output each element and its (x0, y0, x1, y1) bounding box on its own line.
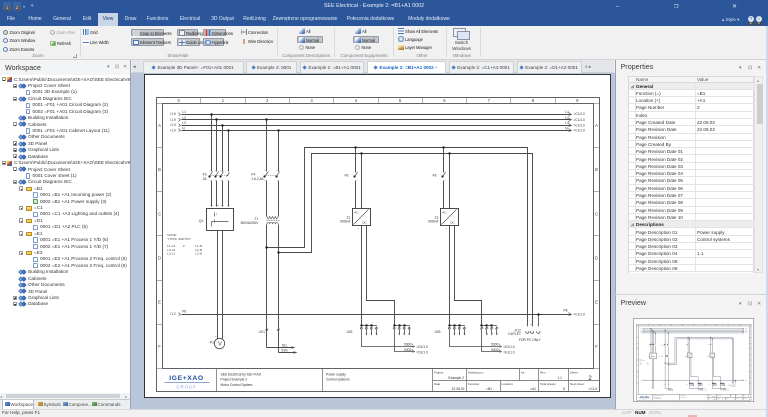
svg-text:L1: L1 (182, 110, 186, 114)
svg-text:Drawing no.:: Drawing no.: (468, 370, 484, 374)
svg-text:B: B (595, 167, 598, 172)
svg-text:E: E (158, 300, 161, 305)
svg-text:.: . (535, 376, 536, 380)
svg-text:Function:: Function: (468, 382, 480, 386)
svg-text:=B1: =B1 (486, 387, 492, 391)
svg-text:C: C (158, 211, 161, 216)
svg-text:500mA: 500mA (428, 220, 439, 224)
svg-text:/1.9: /1.9 (170, 128, 176, 132)
svg-text:Example 2: Example 2 (448, 376, 464, 380)
svg-text:Total sheets:: Total sheets: (540, 382, 556, 386)
svg-text:5302>: 5302> (491, 348, 500, 352)
svg-text:500mA: 500mA (340, 220, 351, 224)
svg-text:OUTLET: OUTLET (508, 332, 521, 336)
svg-text:Location:: Location: (502, 382, 514, 386)
svg-text:F: F (158, 344, 161, 349)
svg-text:-: - (364, 227, 365, 230)
svg-text:=C1/1.0: =C1/1.0 (573, 312, 585, 316)
svg-text:GROUP: GROUP (176, 384, 196, 389)
svg-text:=C1/1.0: =C1/1.0 (573, 128, 585, 132)
svg-text:-Q1: -Q1 (198, 219, 204, 223)
svg-text:=A1: =A1 (530, 387, 536, 391)
svg-text:Date:: Date: (434, 382, 441, 386)
svg-text:=C1/1: =C1/1 (589, 387, 598, 391)
svg-text:5302>: 5302> (404, 348, 413, 352)
svg-text:Project:: Project: (434, 370, 444, 374)
svg-text:-F6: -F6 (344, 174, 349, 178)
svg-text:L2: L2 (182, 116, 186, 120)
svg-text:B: B (158, 167, 161, 172)
svg-text:Next sheet:: Next sheet: (570, 382, 585, 386)
svg-text:.: . (326, 383, 327, 387)
svg-text:SEE Electrical by IGE+XAO: SEE Electrical by IGE+XAO (221, 372, 262, 376)
svg-text:1.1: 1.1 (557, 376, 562, 380)
svg-text:L2: L2 (565, 116, 569, 120)
svg-text:=C1/1.0: =C1/1.0 (573, 112, 585, 116)
svg-text:L3: L3 (182, 121, 186, 125)
svg-text:51L: 51L (282, 343, 288, 347)
svg-text:=D1/1.0: =D1/1.0 (416, 351, 428, 355)
svg-text:Rev.:: Rev.: (540, 370, 547, 374)
svg-text:F: F (595, 344, 598, 349)
svg-text:-F4: -F4 (250, 172, 255, 176)
svg-text:-F8: -F8 (432, 174, 437, 178)
svg-text:PE: PE (182, 309, 186, 313)
svg-text:=C1/1.0: =C1/1.0 (573, 118, 585, 122)
svg-text:FOR PC ONLY: FOR PC ONLY (519, 338, 542, 342)
svg-text:L3-N: L3-N (195, 252, 202, 256)
svg-text:D: D (595, 256, 598, 261)
svg-text:/1.2: /1.2 (170, 312, 176, 316)
svg-text:PE: PE (564, 309, 568, 313)
svg-text:-F3: -F3 (202, 172, 207, 176)
svg-text:IGE+XAO: IGE+XAO (169, 375, 204, 382)
svg-text:5300>: 5300> (491, 343, 500, 347)
svg-text:-X02: -X02 (346, 330, 353, 334)
svg-text:.: . (516, 376, 517, 380)
svg-text:-X01: -X01 (258, 330, 265, 334)
svg-text:-P1: -P1 (209, 340, 214, 344)
svg-text:/1.9: /1.9 (170, 112, 176, 116)
svg-text:1,6-2,5A: 1,6-2,5A (251, 177, 264, 181)
svg-text:Project Example 2: Project Example 2 (221, 378, 248, 382)
svg-text:Int.:: Int.: (521, 370, 526, 374)
svg-text:/1.9: /1.9 (170, 123, 176, 127)
svg-text:22.08.02: 22.08.02 (452, 387, 465, 391)
svg-text:Motor Control System: Motor Control System (221, 383, 253, 387)
svg-text:5300>: 5300> (404, 343, 413, 347)
svg-text:Power supply: Power supply (326, 372, 346, 376)
svg-text:V: V (218, 341, 222, 347)
svg-text:Control systems: Control systems (326, 378, 350, 382)
svg-text:A: A (595, 123, 598, 128)
svg-text:=E1/1.0: =E1/1.0 (503, 345, 514, 349)
svg-text:=C1/1.0: =C1/1.0 (573, 123, 585, 127)
svg-text:Sheet:: Sheet: (570, 370, 579, 374)
svg-text:51N: 51N (282, 349, 289, 353)
svg-text:500VA/230V: 500VA/230V (241, 221, 260, 225)
svg-text:/1.9: /1.9 (170, 118, 176, 122)
svg-text:L3-L1: L3-L1 (167, 252, 175, 256)
svg-text:L3: L3 (565, 121, 569, 125)
svg-text:=D1/1.0: =D1/1.0 (416, 345, 428, 349)
svg-text:=E1/1.0: =E1/1.0 (503, 351, 514, 355)
svg-text:T POS. SWITCH: T POS. SWITCH (167, 237, 190, 241)
svg-text:D: D (158, 256, 161, 261)
svg-text:E: E (595, 300, 598, 305)
svg-text:-: - (452, 227, 453, 230)
svg-text:-X03: -X03 (434, 330, 441, 334)
svg-text:C: C (595, 211, 598, 216)
svg-text:0: 0 (183, 244, 185, 248)
svg-text:A: A (158, 123, 161, 128)
svg-text:8: 8 (563, 387, 565, 391)
svg-text:L1: L1 (565, 110, 569, 114)
